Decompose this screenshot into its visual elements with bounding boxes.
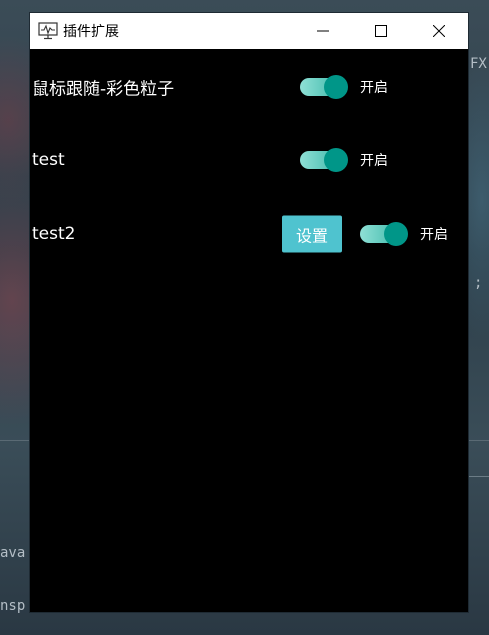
- toggle-label: 开启: [360, 153, 388, 169]
- toggle-label: 开启: [420, 227, 448, 243]
- maximize-icon: [375, 25, 387, 37]
- plugin-row: test 开启: [30, 140, 468, 180]
- monitor-pulse-icon: [38, 22, 58, 40]
- minimize-icon: [317, 30, 329, 32]
- plugin-enable-toggle[interactable]: [300, 75, 348, 99]
- plugin-enable-toggle[interactable]: [300, 148, 348, 172]
- background-divider: [466, 476, 489, 477]
- plugin-row: 鼠标跟随-彩色粒子 开启: [30, 67, 468, 107]
- toggle-knob: [384, 222, 408, 246]
- maximize-button[interactable]: [352, 13, 410, 49]
- plugin-settings-button[interactable]: 设置: [282, 215, 342, 253]
- background-code-text: ;: [474, 275, 483, 291]
- title-bar[interactable]: 插件扩展: [30, 13, 468, 49]
- minimize-button[interactable]: [294, 13, 352, 49]
- toggle-label: 开启: [360, 80, 388, 96]
- toggle-knob: [324, 148, 348, 172]
- background-code-text: nsp: [0, 598, 26, 614]
- window-controls: [294, 13, 468, 49]
- background-code-text: ava: [0, 545, 26, 561]
- window-title: 插件扩展: [63, 24, 119, 40]
- plugin-name: test: [32, 150, 65, 170]
- plugin-enable-toggle[interactable]: [360, 222, 408, 246]
- plugin-extension-window: 插件扩展 鼠标跟随-彩色粒子 开启 test 开启 test2 设置 开启: [30, 13, 468, 612]
- background-code-text: FX: [470, 56, 487, 72]
- toggle-knob: [324, 75, 348, 99]
- plugin-row: test2 设置 开启: [30, 214, 468, 254]
- plugin-name: 鼠标跟随-彩色粒子: [32, 79, 175, 100]
- close-icon: [433, 25, 445, 37]
- close-button[interactable]: [410, 13, 468, 49]
- plugin-name: test2: [32, 224, 76, 244]
